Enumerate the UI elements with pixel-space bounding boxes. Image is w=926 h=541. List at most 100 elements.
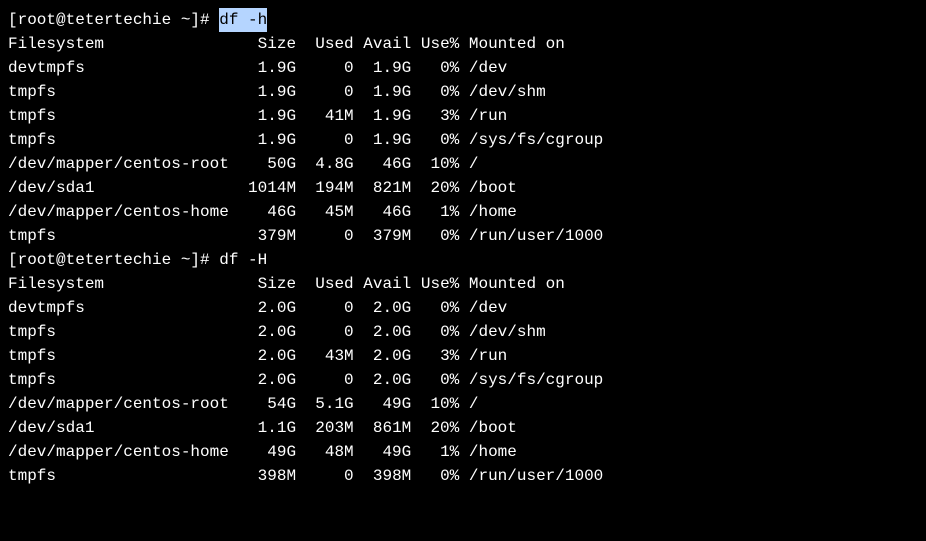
cell-use-percent: 20% bbox=[411, 416, 459, 440]
cell-size: 2.0G bbox=[238, 320, 296, 344]
shell-prompt: [root@tetertechie ~]# bbox=[8, 8, 219, 32]
shell-command: df -H bbox=[219, 248, 267, 272]
table-row: /dev/mapper/centos-root54G5.1G49G10%/ bbox=[8, 392, 918, 416]
cell-filesystem: /dev/sda1 bbox=[8, 416, 238, 440]
cell-used: 0 bbox=[296, 224, 354, 248]
cell-use-percent: 0% bbox=[411, 80, 459, 104]
cell-used: 194M bbox=[296, 176, 354, 200]
cell-mounted-on: /dev bbox=[459, 56, 507, 80]
terminal-output[interactable]: [root@tetertechie ~]# df -hFilesystemSiz… bbox=[8, 8, 918, 488]
shell-prompt-line[interactable]: [root@tetertechie ~]# df -h bbox=[8, 8, 918, 32]
cell-used: 41M bbox=[296, 104, 354, 128]
header-mounted-on: Mounted on bbox=[459, 272, 565, 296]
table-row: tmpfs2.0G02.0G0%/sys/fs/cgroup bbox=[8, 368, 918, 392]
cell-avail: 49G bbox=[354, 440, 412, 464]
cell-avail: 1.9G bbox=[354, 104, 412, 128]
cell-used: 0 bbox=[296, 320, 354, 344]
header-use-percent: Use% bbox=[411, 32, 459, 56]
cell-size: 54G bbox=[238, 392, 296, 416]
table-row: tmpfs2.0G02.0G0%/dev/shm bbox=[8, 320, 918, 344]
cell-size: 1.1G bbox=[238, 416, 296, 440]
cell-filesystem: tmpfs bbox=[8, 80, 238, 104]
header-size: Size bbox=[238, 32, 296, 56]
cell-size: 50G bbox=[238, 152, 296, 176]
cell-mounted-on: / bbox=[459, 392, 478, 416]
header-avail: Avail bbox=[354, 272, 412, 296]
header-used: Used bbox=[296, 32, 354, 56]
cell-used: 0 bbox=[296, 464, 354, 488]
cell-use-percent: 1% bbox=[411, 440, 459, 464]
cell-avail: 2.0G bbox=[354, 368, 412, 392]
cell-filesystem: /dev/mapper/centos-home bbox=[8, 200, 238, 224]
cell-use-percent: 0% bbox=[411, 56, 459, 80]
cell-avail: 2.0G bbox=[354, 344, 412, 368]
cell-use-percent: 3% bbox=[411, 104, 459, 128]
header-used: Used bbox=[296, 272, 354, 296]
cell-filesystem: tmpfs bbox=[8, 464, 238, 488]
cell-size: 398M bbox=[238, 464, 296, 488]
cell-mounted-on: /home bbox=[459, 440, 517, 464]
cell-mounted-on: /run/user/1000 bbox=[459, 464, 603, 488]
cell-mounted-on: /boot bbox=[459, 416, 517, 440]
cell-size: 1.9G bbox=[238, 128, 296, 152]
shell-command: df -h bbox=[219, 8, 267, 32]
cell-use-percent: 10% bbox=[411, 392, 459, 416]
cell-size: 1.9G bbox=[238, 56, 296, 80]
cell-filesystem: tmpfs bbox=[8, 104, 238, 128]
cell-used: 43M bbox=[296, 344, 354, 368]
cell-mounted-on: /boot bbox=[459, 176, 517, 200]
cell-avail: 1.9G bbox=[354, 128, 412, 152]
table-row: /dev/mapper/centos-home46G45M46G1%/home bbox=[8, 200, 918, 224]
cell-avail: 2.0G bbox=[354, 320, 412, 344]
header-use-percent: Use% bbox=[411, 272, 459, 296]
header-filesystem: Filesystem bbox=[8, 272, 238, 296]
shell-prompt-line[interactable]: [root@tetertechie ~]# df -H bbox=[8, 248, 918, 272]
cell-use-percent: 0% bbox=[411, 224, 459, 248]
table-row: /dev/sda11.1G203M861M20%/boot bbox=[8, 416, 918, 440]
table-row: /dev/sda11014M194M821M20%/boot bbox=[8, 176, 918, 200]
table-row: tmpfs2.0G43M2.0G3%/run bbox=[8, 344, 918, 368]
cell-mounted-on: /sys/fs/cgroup bbox=[459, 368, 603, 392]
cell-mounted-on: /dev bbox=[459, 296, 507, 320]
cell-use-percent: 0% bbox=[411, 320, 459, 344]
table-row: tmpfs1.9G01.9G0%/dev/shm bbox=[8, 80, 918, 104]
table-row: devtmpfs2.0G02.0G0%/dev bbox=[8, 296, 918, 320]
cell-mounted-on: /sys/fs/cgroup bbox=[459, 128, 603, 152]
table-row: devtmpfs1.9G01.9G0%/dev bbox=[8, 56, 918, 80]
cell-avail: 46G bbox=[354, 152, 412, 176]
cell-filesystem: tmpfs bbox=[8, 128, 238, 152]
table-row: tmpfs1.9G41M1.9G3%/run bbox=[8, 104, 918, 128]
cell-use-percent: 3% bbox=[411, 344, 459, 368]
cell-used: 0 bbox=[296, 368, 354, 392]
cell-filesystem: tmpfs bbox=[8, 224, 238, 248]
table-row: tmpfs398M0398M0%/run/user/1000 bbox=[8, 464, 918, 488]
cell-size: 46G bbox=[238, 200, 296, 224]
cell-use-percent: 1% bbox=[411, 200, 459, 224]
cell-use-percent: 0% bbox=[411, 128, 459, 152]
table-row: tmpfs379M0379M0%/run/user/1000 bbox=[8, 224, 918, 248]
cell-use-percent: 0% bbox=[411, 464, 459, 488]
cell-used: 203M bbox=[296, 416, 354, 440]
cell-mounted-on: / bbox=[459, 152, 478, 176]
table-row: /dev/mapper/centos-home49G48M49G1%/home bbox=[8, 440, 918, 464]
cell-size: 379M bbox=[238, 224, 296, 248]
header-avail: Avail bbox=[354, 32, 412, 56]
cell-used: 0 bbox=[296, 128, 354, 152]
cell-size: 2.0G bbox=[238, 368, 296, 392]
cell-avail: 49G bbox=[354, 392, 412, 416]
cell-filesystem: devtmpfs bbox=[8, 56, 238, 80]
table-row: tmpfs1.9G01.9G0%/sys/fs/cgroup bbox=[8, 128, 918, 152]
cell-mounted-on: /dev/shm bbox=[459, 320, 545, 344]
cell-mounted-on: /dev/shm bbox=[459, 80, 545, 104]
cell-filesystem: tmpfs bbox=[8, 320, 238, 344]
cell-used: 48M bbox=[296, 440, 354, 464]
cell-mounted-on: /run bbox=[459, 104, 507, 128]
cell-size: 1014M bbox=[238, 176, 296, 200]
table-row: /dev/mapper/centos-root50G4.8G46G10%/ bbox=[8, 152, 918, 176]
cell-use-percent: 0% bbox=[411, 296, 459, 320]
cell-mounted-on: /run bbox=[459, 344, 507, 368]
cell-used: 4.8G bbox=[296, 152, 354, 176]
shell-prompt: [root@tetertechie ~]# bbox=[8, 248, 219, 272]
header-filesystem: Filesystem bbox=[8, 32, 238, 56]
cell-use-percent: 10% bbox=[411, 152, 459, 176]
